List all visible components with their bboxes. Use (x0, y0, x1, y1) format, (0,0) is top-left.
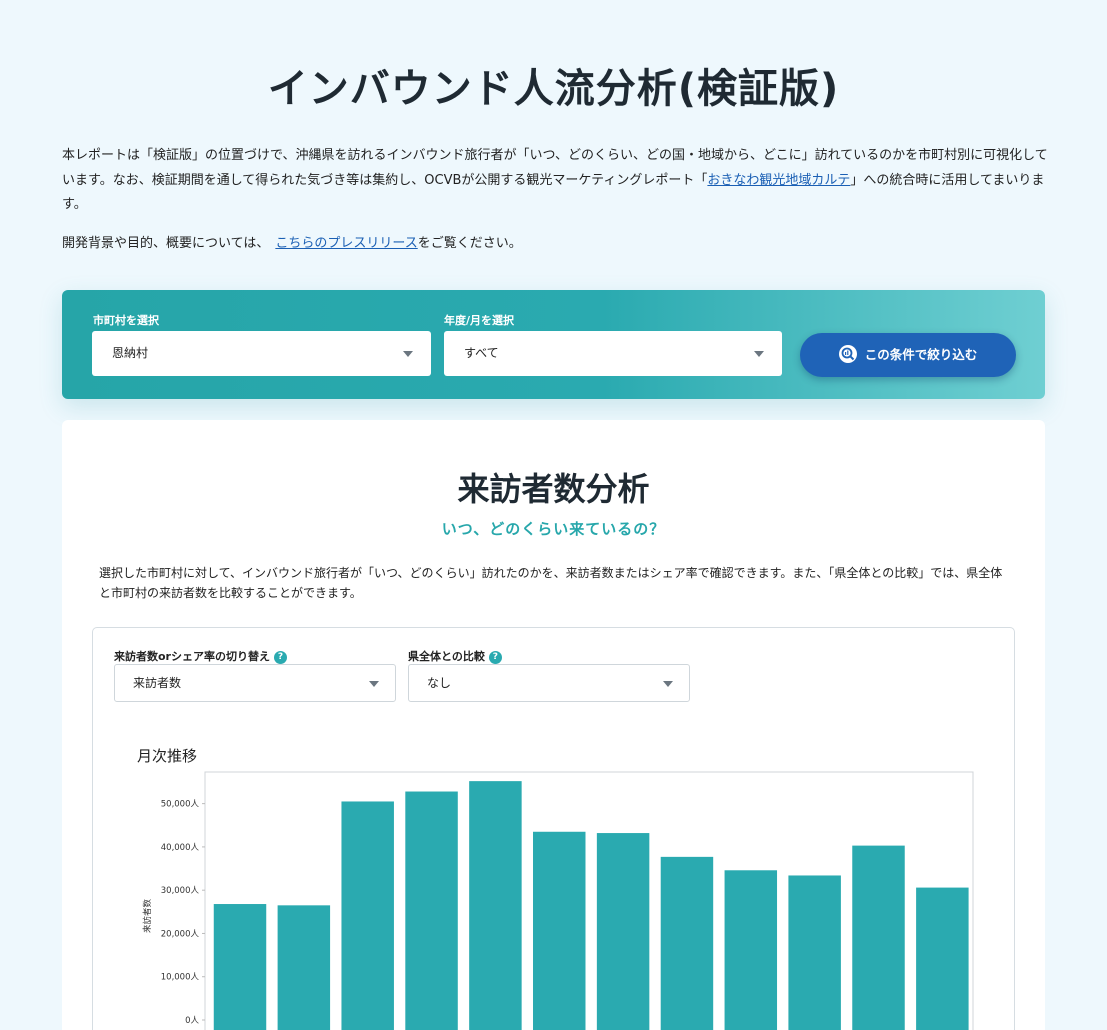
chart-panel: 来訪者数orシェア率の切り替え? 来訪者数 県全体との比較? なし 月次推移 0… (92, 627, 1015, 1030)
chart-bar (596, 833, 650, 1030)
period-select[interactable]: すべて (444, 331, 782, 376)
y-tick-label: 0人 (185, 1016, 199, 1026)
chart-bar (852, 845, 905, 1030)
chart-bar (916, 887, 969, 1030)
page-title: インバウンド人流分析(検証版) (267, 66, 840, 112)
intro-paragraph: 本レポートは「検証版」の位置づけで、沖縄県を訪れるインバウンド旅行者が「いつ、ど… (62, 144, 1052, 218)
y-tick-label: 40,000人 (161, 843, 200, 853)
section-description: 選択した市町村に対して、インバウンド旅行者が「いつ、どのくらい」訪れたのかを、来… (99, 566, 1003, 600)
chart-bar (469, 781, 522, 1030)
period-value: すべて (464, 346, 499, 360)
chart-bar (341, 801, 394, 1030)
section-subtitle: いつ、どのくらい来ているの？ (441, 520, 666, 538)
chart-bar (277, 905, 331, 1030)
municipality-select[interactable]: 恩納村 (92, 331, 431, 376)
y-tick-label: 50,000人 (161, 800, 200, 810)
press-text-end: をご覧ください。 (417, 236, 522, 251)
press-paragraph: 開発背景や目的、概要については、 こちらのプレスリリースをご覧ください。 (62, 232, 1052, 256)
filter-bar: 市町村を選択 恩納村 年度/月を選択 すべて この条件で絞り込む (62, 290, 1045, 399)
chart-bar (405, 791, 458, 1030)
chevron-down-icon (754, 351, 764, 357)
municipality-label: 市町村を選択 (93, 314, 159, 327)
karte-link[interactable]: おきなわ観光地域カルテ (707, 173, 850, 188)
search-chart-icon (838, 344, 857, 363)
section-title: 来訪者数分析 (457, 470, 650, 508)
visitor-analysis-card: 来訪者数分析 いつ、どのくらい来ているの？ 選択した市町村に対して、インバウンド… (62, 420, 1045, 1030)
filter-submit-label: この条件で絞り込む (864, 347, 978, 362)
chart-bar (788, 875, 841, 1030)
y-axis-label: 来訪者数 (142, 899, 153, 934)
chart-bar (533, 831, 586, 1030)
municipality-value: 恩納村 (112, 346, 149, 360)
y-tick-label: 20,000人 (161, 929, 200, 939)
filter-submit-button[interactable]: この条件で絞り込む (800, 333, 1016, 377)
chevron-down-icon (403, 351, 413, 357)
monthly-trend-chart: 0人 10,000人 20,000人 30,000人 40,000人 50,000人来訪者… (142, 771, 974, 1030)
chart-bar (213, 904, 267, 1030)
chart-bar (660, 856, 714, 1030)
press-release-link[interactable]: こちらのプレスリリース (275, 236, 417, 251)
period-label: 年度/月を選択 (444, 314, 515, 327)
y-tick-label: 30,000人 (161, 886, 200, 896)
chart-bar (724, 870, 778, 1030)
y-tick-label: 10,000人 (161, 973, 200, 983)
press-text: 開発背景や目的、概要については、 (62, 236, 270, 251)
